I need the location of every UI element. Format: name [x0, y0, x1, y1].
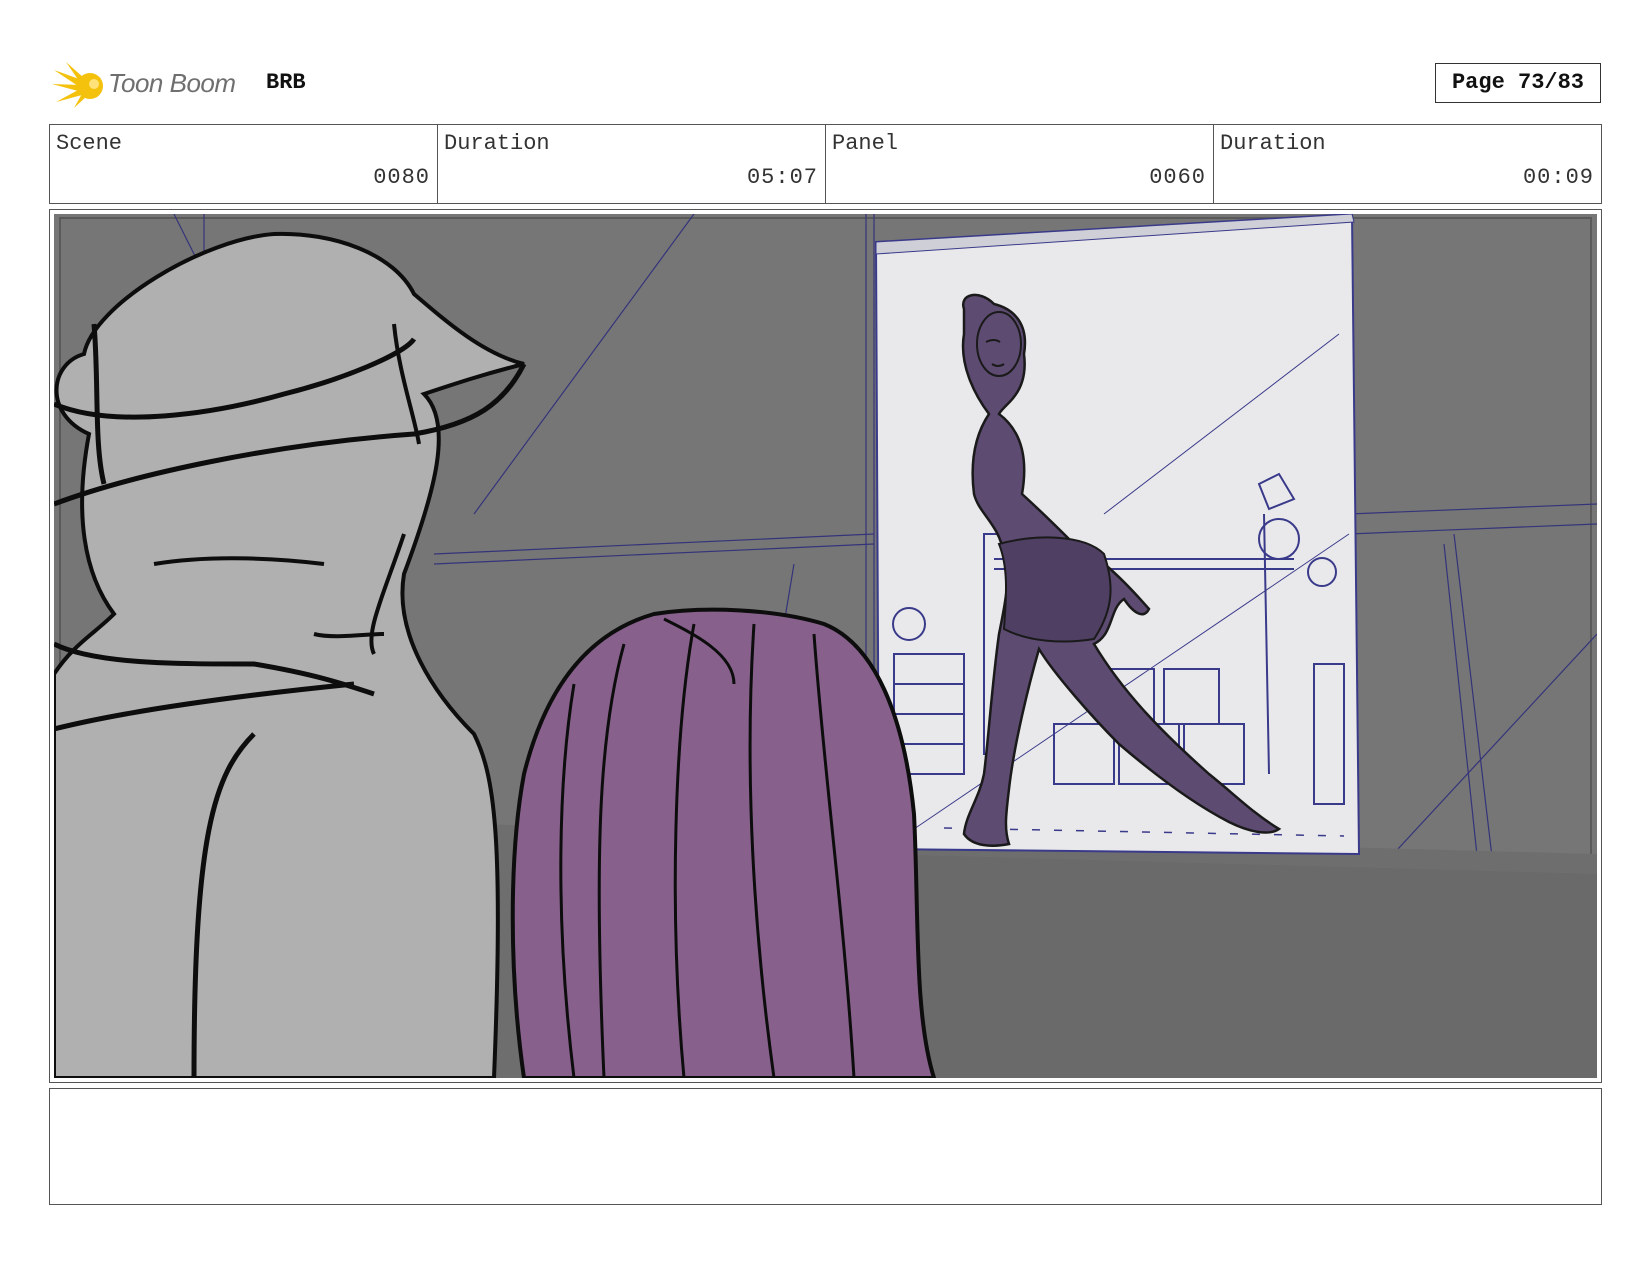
panel-duration-value: 00:09: [1522, 165, 1594, 190]
doorway: [874, 214, 1361, 856]
scene-value: 0080: [373, 165, 430, 190]
starburst-icon: [52, 62, 103, 108]
toon-boom-logo: Toon Boom: [52, 58, 252, 112]
storyboard-panel-image: [54, 214, 1597, 1078]
scene-duration-label: Duration: [444, 131, 550, 156]
scene-cell: Scene 0080: [50, 125, 438, 203]
project-title: BRB: [266, 70, 306, 95]
panel-value: 0060: [1149, 165, 1206, 190]
panel-duration-label: Duration: [1220, 131, 1326, 156]
panel-info-bar: Scene 0080 Duration 05:07 Panel 0060 Dur…: [49, 124, 1602, 204]
scene-duration-cell: Duration 05:07: [438, 125, 826, 203]
page-indicator: Page 73/83: [1435, 63, 1601, 103]
purple-hair-figure: [510, 607, 937, 1078]
panel-duration-cell: Duration 00:09: [1214, 125, 1601, 203]
scene-duration-value: 05:07: [746, 165, 818, 190]
panel-label: Panel: [832, 131, 899, 156]
logo-wordmark: Toon Boom: [108, 68, 236, 98]
scene-label: Scene: [56, 131, 123, 156]
panel-cell: Panel 0060: [826, 125, 1214, 203]
panel-notes-box: [49, 1088, 1602, 1205]
